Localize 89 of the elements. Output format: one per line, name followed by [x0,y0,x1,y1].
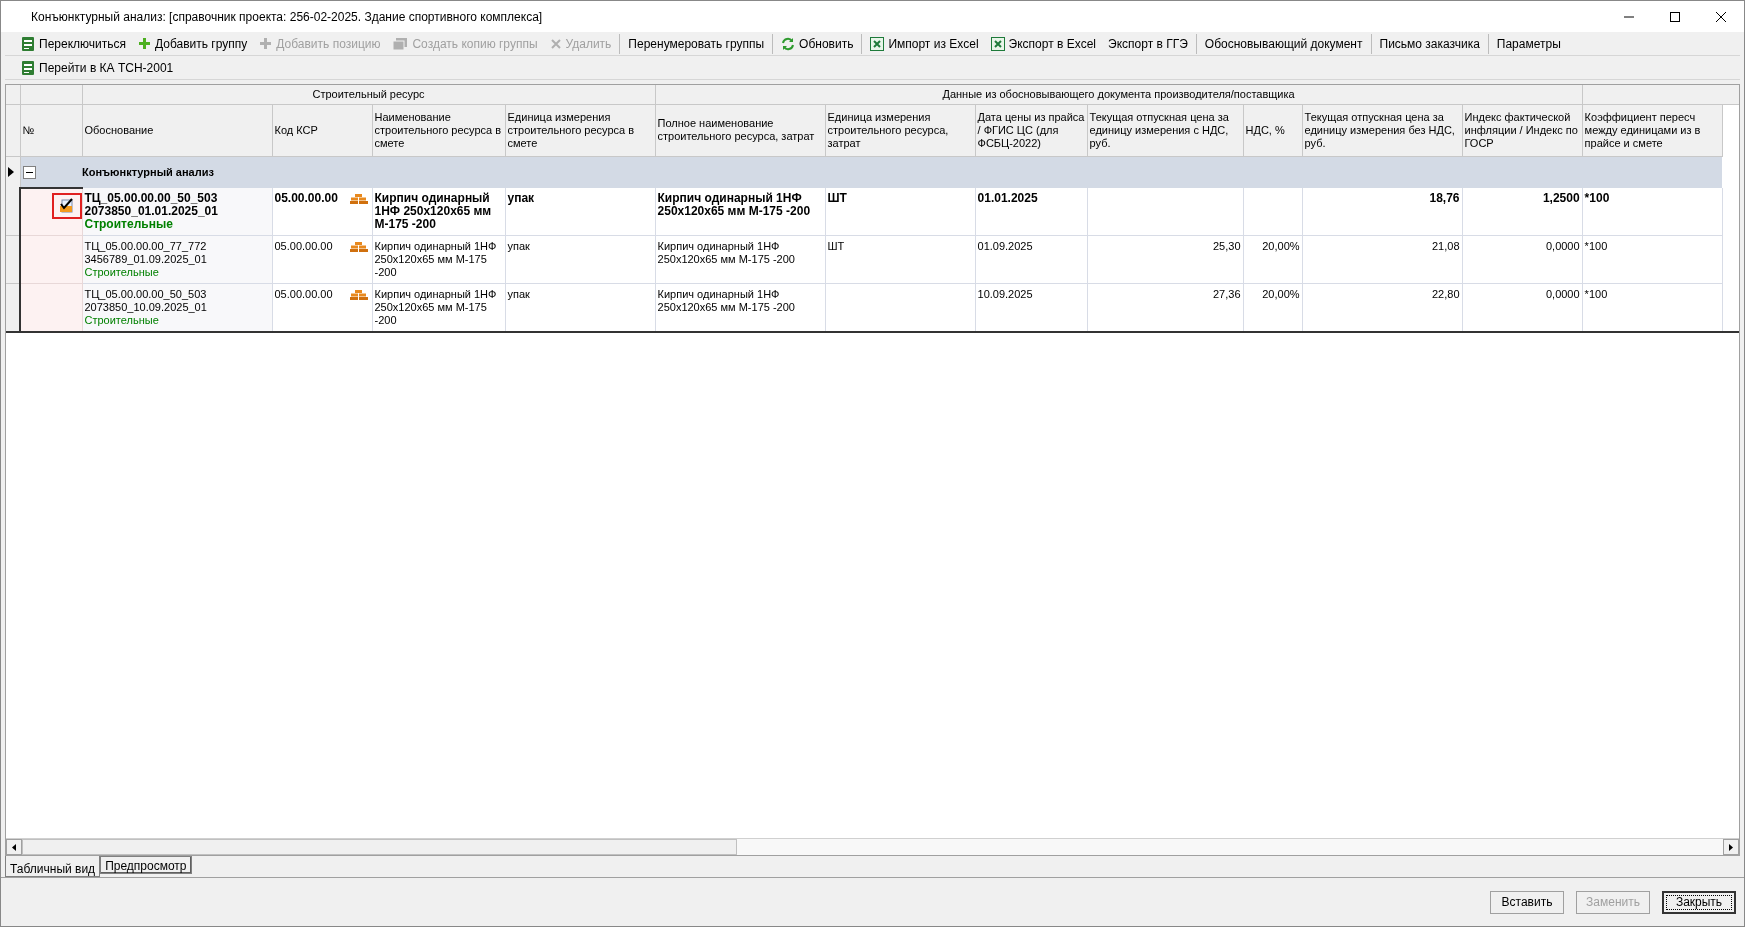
table-cell: Кирпич одинарный 1НФ 250x120x65 мм М-175 -200 [374,191,492,231]
table-cell: Кирпич одинарный 1НФ 250x120x65 мм М-175 -200 [657,288,795,313]
table-cell: 05.00.00.00 [274,191,338,205]
column-header[interactable]: Коэффициент пересч между единицами из в прайсе и смете [1582,104,1723,156]
group-label: Конъюнктурный анализ [82,166,214,178]
table-cell: 25,30 [1213,240,1241,252]
column-header[interactable]: Дата цены из прайса / ФГИС ЦС (для ФСБЦ-2022) [975,104,1088,156]
table-cell: упак [507,191,535,205]
checkbox-icon [58,198,75,214]
table-row[interactable]: ТЦ_05.00.00.00_50_503 2073850_01.01.2025_01 Строительные 05.00.00.00 Кирпич одинарный 1НФ 250x120x65 мм М-175 -200 упак Кирпич одинарный 1НФ 250x120x65 мм М-175 -200 ШТ 01.01.2025 18,76 1,2500 *100 [6,188,1739,236]
column-group-header: Строительный ресурс [312,88,425,100]
basis-code: ТЦ_05.00.00.00_50_503 2073850_01.01.2025_01 [84,192,219,218]
table-cell: Кирпич одинарный 1НФ 250x120x65 мм М-175 -200 [374,288,497,326]
document-icon [21,59,35,76]
toolbar-button[interactable]: Обосновывающий документ [1200,33,1367,54]
table-cell: 0,0000 [1545,288,1580,300]
column-header[interactable]: Обоснование [82,104,272,156]
column-header[interactable]: НДС, % [1243,104,1303,156]
caret-icon [12,843,16,851]
column-header[interactable]: Текущая отпускная цена за единицу измерения с НДС, руб. [1087,104,1244,156]
table-cell: *100 [1584,240,1608,252]
scroll-right-button[interactable] [1723,839,1739,855]
column-header[interactable]: Индекс фактической инфляции / Индекс по ГОСР [1462,104,1583,156]
column-header[interactable]: Полное наименование строительного ресурса, затрат [655,104,826,156]
toolbar-button[interactable]: Экспорт в ГГЭ [1104,33,1192,54]
toolbar-button[interactable]: Добавить группу [134,33,252,54]
table-cell: Кирпич одинарный 1НФ 250x120x65 мм М-175 -200 [657,240,795,265]
table-cell: 18,76 [1429,191,1460,205]
column-header[interactable]: Текущая отпускная цена за единицу измерения без НДС, руб. [1302,104,1463,156]
toolbar-button[interactable]: Письмо заказчика [1375,33,1484,54]
refresh-icon [781,36,796,51]
basis-code: ТЦ_05.00.00.00_50_503 2073850_10.09.2025_01 [84,288,208,314]
bricks-icon [349,290,368,300]
toolbar-button[interactable]: Перейти в КА ТСН-2001 [17,57,178,78]
table-cell: упак [507,240,530,252]
spreadsheet-icon [870,36,885,51]
checked-marker[interactable] [51,193,82,219]
category-label: Строительные [84,314,160,327]
toolbar-button[interactable]: Обновить [777,33,858,54]
close-icon [549,37,562,50]
table-cell: *100 [1584,191,1610,205]
scroll-left-button[interactable] [6,839,22,855]
table-cell: 22,80 [1432,288,1460,300]
column-header[interactable]: Единица измерения строительного ресурса, затрат [825,104,976,156]
column-header[interactable]: Код КСР [272,104,372,156]
table-cell: упак [507,288,530,300]
toolbar-button[interactable]: Параметры [1492,33,1565,54]
category-label: Строительные [84,218,174,231]
table-cell: 1,2500 [1542,191,1580,205]
table-cell: 20,00% [1262,240,1300,252]
toolbar-button[interactable]: Перенумеровать группы [624,33,769,54]
column-header[interactable]: Единица измерения строительного ресурса в смете [505,104,656,156]
toolbar-button[interactable]: Импорт из Excel [866,33,983,54]
column-group-header: Данные из обосновывающего документа производителя/поставщика [942,88,1295,100]
toolbar-button[interactable]: Переключиться [17,33,130,54]
basis-code: ТЦ_05.00.00.00_77_772 3456789_01.09.2025_01 [84,240,208,266]
spreadsheet-icon [990,36,1005,51]
bricks-icon [349,194,368,204]
category-label: Строительные [84,266,160,279]
plus-icon [138,37,151,50]
plus-icon [259,37,273,50]
table-cell: 20,00% [1262,288,1300,300]
table-cell: ШТ [827,191,847,205]
table-cell: ШТ [827,240,845,252]
scrollbar-thumb[interactable] [22,839,737,855]
table-cell: 27,36 [1213,288,1241,300]
document-icon [21,35,35,52]
table-cell: Кирпич одинарный 1НФ 250x120x65 мм М-175 -200 [374,240,497,278]
tab[interactable]: Табличный вид [5,856,101,877]
caret-icon [1729,843,1733,851]
bricks-icon [349,242,368,252]
column-header[interactable]: № [20,104,82,156]
table-cell: 01.09.2025 [977,240,1033,252]
column-header[interactable]: Наименование строительного ресурса в смете [372,104,505,156]
table-cell: 01.01.2025 [977,191,1038,205]
table-cell: *100 [1584,288,1608,300]
table-cell: 05.00.00.00 [274,288,333,300]
tab[interactable]: Предпросмотр [100,856,192,874]
toolbar-button[interactable]: Экспорт в Excel [986,33,1101,54]
dialog-button[interactable]: Вставить [1490,890,1564,914]
table-cell: Кирпич одинарный 1НФ 250x120x65 мм М-175 -200 [657,191,811,218]
table-cell: 21,08 [1432,240,1460,252]
window-title: Конъюнктурный анализ: [справочник проекта: 256-02-2025. Здание спортивного комплекса] [31,8,544,26]
collapse-toggle[interactable] [22,165,36,179]
table-cell: 05.00.00.00 [274,240,333,252]
copy-icon [392,36,409,51]
dialog-button[interactable]: Закрыть [1662,890,1736,914]
table-cell: 10.09.2025 [977,288,1033,300]
table-cell: 0,0000 [1545,240,1580,252]
